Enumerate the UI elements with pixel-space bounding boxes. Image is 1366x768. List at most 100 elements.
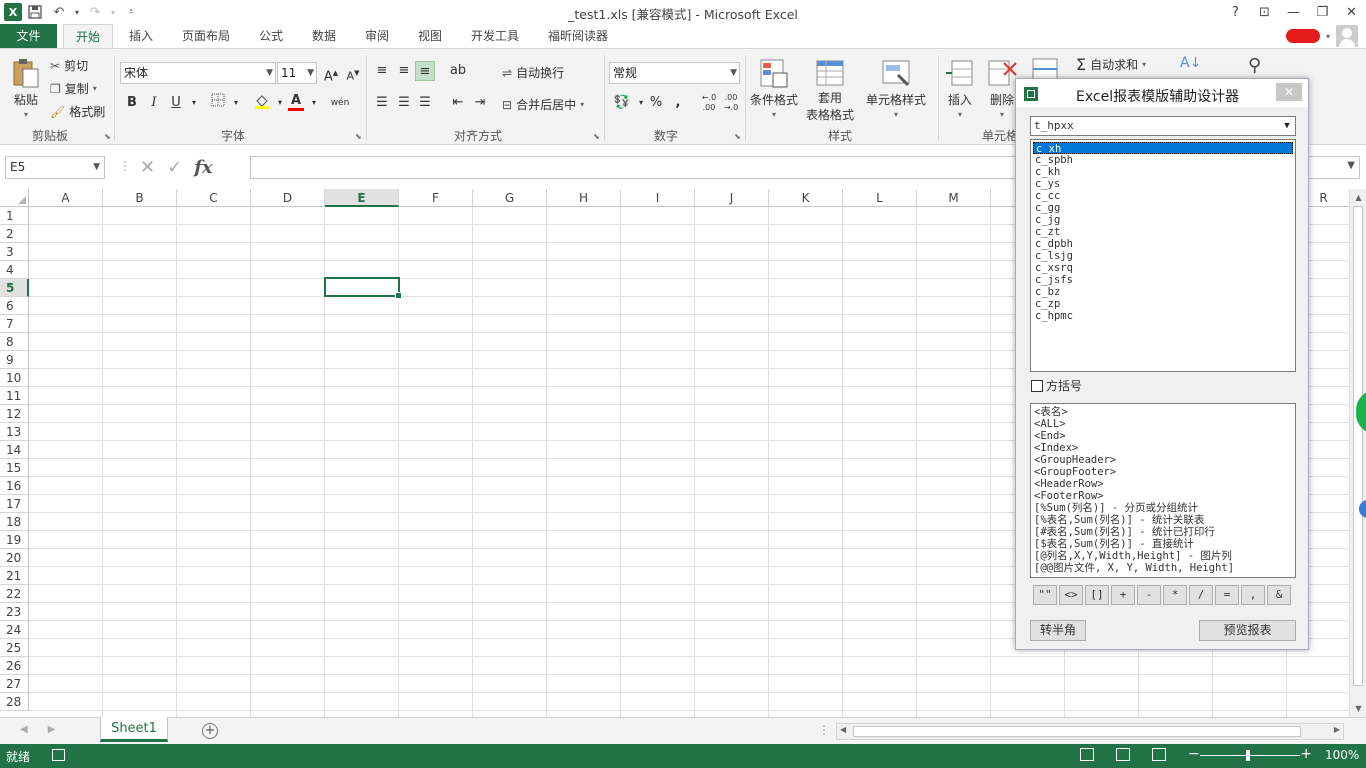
field-list[interactable]: c_xh c_spbh c_kh c_ys c_cc c_gg c_jg c_zt c_dpbh… bbox=[1030, 139, 1296, 372]
tab-home[interactable]: 开始 bbox=[63, 24, 113, 49]
template-item[interactable]: [@@图片文件, X, Y, Width, Height] bbox=[1034, 562, 1292, 574]
number-format-select[interactable]: 常规 ▼ bbox=[609, 62, 740, 84]
avatar[interactable] bbox=[1336, 25, 1358, 47]
ribbon-display-icon[interactable]: ⊡ bbox=[1250, 0, 1279, 24]
currency-icon[interactable]: 💱 bbox=[612, 93, 632, 113]
cut-button[interactable]: ✂ 剪切 bbox=[50, 57, 88, 74]
field-item[interactable]: c_bz bbox=[1033, 286, 1293, 298]
clipboard-launcher-icon[interactable]: ⬊ bbox=[104, 132, 111, 141]
delete-cells-button[interactable]: 删除 ▾ bbox=[986, 57, 1018, 119]
fill-color-icon[interactable] bbox=[252, 93, 272, 113]
percent-button[interactable]: % bbox=[646, 93, 666, 113]
column-header-i[interactable]: I bbox=[621, 189, 695, 207]
wrap-text-button[interactable]: ⇌ 自动换行 bbox=[502, 64, 564, 81]
column-header-h[interactable]: H bbox=[547, 189, 621, 207]
operator-button[interactable]: - bbox=[1137, 585, 1161, 605]
decrease-font-button[interactable]: A▼ bbox=[343, 63, 363, 83]
template-item[interactable]: [%表名,Sum(列名)] - 统计关联表 bbox=[1034, 514, 1292, 526]
field-item[interactable]: c_lsjg bbox=[1033, 250, 1293, 262]
template-item[interactable]: <Index> bbox=[1034, 442, 1292, 454]
operator-button[interactable]: & bbox=[1267, 585, 1291, 605]
row-header-20[interactable]: 20 bbox=[0, 549, 29, 567]
cell-styles-button[interactable]: 单元格样式 ▾ bbox=[866, 57, 926, 119]
paste-button[interactable]: 粘贴 ▾ bbox=[10, 57, 42, 119]
increase-decimal-button[interactable]: ←.0 .00 bbox=[698, 93, 720, 113]
half-width-button[interactable]: 转半角 bbox=[1030, 620, 1086, 641]
template-item[interactable]: <GroupHeader> bbox=[1034, 454, 1292, 466]
tab-review[interactable]: 审阅 bbox=[356, 24, 398, 48]
prev-sheet-icon[interactable]: ◀ bbox=[20, 724, 28, 735]
operator-button[interactable]: = bbox=[1215, 585, 1239, 605]
increase-font-button[interactable]: A▲ bbox=[321, 63, 341, 84]
row-header-10[interactable]: 10 bbox=[0, 369, 29, 387]
row-header-21[interactable]: 21 bbox=[0, 567, 29, 585]
enter-icon[interactable]: ✓ bbox=[167, 157, 182, 178]
column-header-e[interactable]: E bbox=[325, 189, 399, 207]
column-header-c[interactable]: C bbox=[177, 189, 251, 207]
align-top-icon[interactable]: ≡ bbox=[372, 61, 392, 81]
font-size-select[interactable]: 11 ▼ bbox=[277, 62, 317, 84]
scroll-right-icon[interactable]: ▶ bbox=[1334, 725, 1340, 734]
align-left-icon[interactable]: ☰ bbox=[372, 93, 392, 113]
restore-icon[interactable]: ❐ bbox=[1308, 0, 1337, 24]
field-item[interactable]: c_dpbh bbox=[1033, 238, 1293, 250]
borders-dropdown-icon[interactable]: ▾ bbox=[226, 93, 246, 113]
tab-foxit[interactable]: 福昕阅读器 bbox=[540, 24, 616, 48]
row-header-27[interactable]: 27 bbox=[0, 675, 29, 693]
row-header-5[interactable]: 5 bbox=[0, 279, 29, 297]
name-box[interactable]: E5 ▼ bbox=[5, 156, 105, 179]
field-item[interactable]: c_jg bbox=[1033, 214, 1293, 226]
row-header-26[interactable]: 26 bbox=[0, 657, 29, 675]
zoom-slider[interactable]: − + bbox=[1188, 746, 1312, 764]
format-as-table-button[interactable]: 套用 表格格式 bbox=[806, 57, 854, 123]
row-header-14[interactable]: 14 bbox=[0, 441, 29, 459]
column-header-k[interactable]: K bbox=[769, 189, 843, 207]
checkbox-box[interactable] bbox=[1031, 379, 1043, 392]
tab-file[interactable]: 文件 bbox=[0, 24, 57, 48]
column-header-l[interactable]: L bbox=[843, 189, 917, 207]
column-header-f[interactable]: F bbox=[399, 189, 473, 207]
operator-button[interactable]: "" bbox=[1033, 585, 1057, 605]
zoom-level[interactable]: 100% bbox=[1325, 748, 1359, 762]
row-header-4[interactable]: 4 bbox=[0, 261, 29, 279]
field-item[interactable]: c_zt bbox=[1033, 226, 1293, 238]
zoom-out-icon[interactable]: − bbox=[1188, 746, 1200, 762]
preview-report-button[interactable]: 预览报表 bbox=[1199, 620, 1296, 641]
insert-function-icon[interactable]: fx bbox=[194, 157, 212, 178]
field-item[interactable]: c_zp bbox=[1033, 298, 1293, 310]
align-right-icon[interactable]: ☰ bbox=[415, 93, 435, 113]
row-header-24[interactable]: 24 bbox=[0, 621, 29, 639]
row-header-19[interactable]: 19 bbox=[0, 531, 29, 549]
operator-button[interactable]: / bbox=[1189, 585, 1213, 605]
account-dropdown-icon[interactable]: ▾ bbox=[1326, 32, 1330, 41]
field-item[interactable]: c_gg bbox=[1033, 202, 1293, 214]
find-select-partial[interactable]: ⚲ bbox=[1248, 55, 1261, 76]
font-launcher-icon[interactable]: ⬊ bbox=[355, 132, 362, 141]
row-header-13[interactable]: 13 bbox=[0, 423, 29, 441]
row-header-12[interactable]: 12 bbox=[0, 405, 29, 423]
minimize-icon[interactable]: — bbox=[1279, 0, 1308, 24]
underline-button[interactable]: U bbox=[166, 93, 186, 113]
template-item[interactable]: <FooterRow> bbox=[1034, 490, 1292, 502]
template-item[interactable]: [#表名,Sum(列名)] - 统计已打印行 bbox=[1034, 526, 1292, 538]
format-painter-button[interactable]: 🖌 格式刷 bbox=[50, 103, 105, 120]
row-header-11[interactable]: 11 bbox=[0, 387, 29, 405]
close-icon[interactable]: ✕ bbox=[1337, 0, 1366, 24]
account-area[interactable]: ▾ bbox=[1285, 24, 1358, 48]
conditional-format-button[interactable]: 条件格式 ▾ bbox=[750, 57, 798, 119]
zoom-knob[interactable] bbox=[1246, 750, 1250, 761]
operator-button[interactable]: [] bbox=[1085, 585, 1109, 605]
template-item[interactable]: [@列名,X,Y,Width,Height] - 图片列 bbox=[1034, 550, 1292, 562]
next-sheet-icon[interactable]: ▶ bbox=[48, 724, 56, 735]
column-header-j[interactable]: J bbox=[695, 189, 769, 207]
row-header-17[interactable]: 17 bbox=[0, 495, 29, 513]
add-sheet-button[interactable]: + bbox=[202, 723, 218, 739]
decrease-decimal-button[interactable]: .00 →.0 bbox=[720, 93, 742, 113]
template-item[interactable]: <End> bbox=[1034, 430, 1292, 442]
template-item[interactable]: <GroupFooter> bbox=[1034, 466, 1292, 478]
row-header-16[interactable]: 16 bbox=[0, 477, 29, 495]
zoom-in-icon[interactable]: + bbox=[1300, 746, 1312, 762]
field-item[interactable]: c_spbh bbox=[1033, 154, 1293, 166]
normal-view-icon[interactable] bbox=[1080, 748, 1094, 761]
template-item[interactable]: <表名> bbox=[1034, 406, 1292, 418]
